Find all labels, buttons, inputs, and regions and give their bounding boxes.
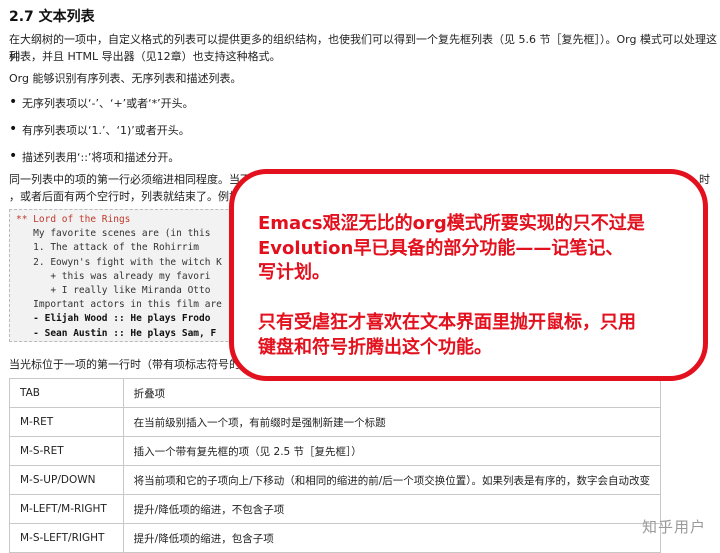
list-item: 有序列表项以‘1.’、‘1)’或者开头。 xyxy=(9,121,190,138)
table-row: M-RET 在当前级别插入一个项，有前缀时是强制新建一个标题 xyxy=(9,407,662,437)
table-row: M-LEFT/M-RIGHT 提升/降低项的缩进，不包含子项 xyxy=(9,494,662,524)
code-line: Important actors in this film are xyxy=(16,299,222,311)
list-item: 无序列表项以‘-’、‘+’或者‘*’开头。 xyxy=(9,94,194,111)
key-cell: TAB xyxy=(9,378,124,408)
table-row: M-S-LEFT/RIGHT 提升/降低项的缩进，包含子项 xyxy=(9,523,662,553)
code-line: + this was already my favori xyxy=(16,270,211,282)
code-line: 2. Eowyn's fight with the witch K xyxy=(16,256,222,268)
desc-cell: 提升/降低项的缩进，包含子项 xyxy=(122,523,662,553)
table-row: M-S-RET 插入一个带有复先框的项（见 2.5 节［复先框］） xyxy=(9,436,662,466)
desc-cell: 在当前级别插入一个项，有前缀时是强制新建一个标题 xyxy=(122,407,662,437)
callout-line: 写计划。 xyxy=(258,262,330,283)
code-line: 1. The attack of the Rohirrim xyxy=(16,242,200,254)
section-title: 2.7 文本列表 xyxy=(9,9,95,25)
key-cell: M-S-LEFT/RIGHT xyxy=(9,523,124,553)
recognize-paragraph: Org 能够识别有序列表、无序列表和描述列表。 xyxy=(9,72,242,85)
desc-cell: 将当前项和它的子项向上/下移动（和相同的缩进的前/后一个项交换位置）。如果列表是… xyxy=(122,465,662,495)
callout-line: Evolution早已具备的部分功能——记笔记、 xyxy=(258,237,624,259)
desc-cell: 插入一个带有复先框的项（见 2.5 节［复先框］） xyxy=(122,436,662,466)
intro-line-2: 列表，并且 HTML 导出器（见12章）也支持这种格式。 xyxy=(9,50,281,63)
key-cell: M-S-RET xyxy=(9,436,124,466)
cursor-paragraph: 当光标位于一项的第一行时（带有项标志符号的 xyxy=(9,358,240,371)
callout-line: Emacs艰涩无比的org模式所要实现的只不过是 xyxy=(258,213,645,234)
code-line: ** Lord of the Rings xyxy=(16,214,131,225)
code-line: - Elijah Wood :: He plays Frodo xyxy=(16,313,211,325)
callout-line: 只有受虐狂才喜欢在文本界面里抛开鼠标，只用 xyxy=(258,312,636,333)
desc-cell: 提升/降低项的缩进，不包含子项 xyxy=(122,494,662,524)
desc-cell: 折叠项 xyxy=(122,378,662,408)
table-row: M-S-UP/DOWN 将当前项和它的子项向上/下移动（和相同的缩进的前/后一个… xyxy=(9,465,662,495)
comment-callout: Emacs艰涩无比的org模式所要实现的只不过是 Evolution早已具备的部… xyxy=(229,169,708,381)
key-cell: M-RET xyxy=(9,407,124,437)
code-line: My favorite scenes are (in this xyxy=(16,228,211,240)
code-line: + I really like Miranda Otto xyxy=(16,285,211,297)
code-line: - Sean Austin :: He plays Sam, F xyxy=(16,327,217,339)
key-cell: M-LEFT/M-RIGHT xyxy=(9,494,124,524)
indent-paragraph-line-2: ，或者后面有两个空行时，列表就结束了。例如： xyxy=(9,190,251,203)
key-cell: M-S-UP/DOWN xyxy=(9,465,124,495)
callout-line: 键盘和符号折腾出这个功能。 xyxy=(258,336,492,358)
document-page: 2.7 文本列表 在大纲树的一项中，自定义格式的列表可以提供更多的组织结构，也使… xyxy=(0,0,720,553)
key-binding-table: TAB 折叠项 M-RET 在当前级别插入一个项，有前缀时是强制新建一个标题 M… xyxy=(9,378,662,553)
table-row: TAB 折叠项 xyxy=(9,378,662,408)
watermark: 知乎用户 xyxy=(641,518,706,536)
list-item: 描述列表用‘::’将项和描述分开。 xyxy=(9,148,179,165)
